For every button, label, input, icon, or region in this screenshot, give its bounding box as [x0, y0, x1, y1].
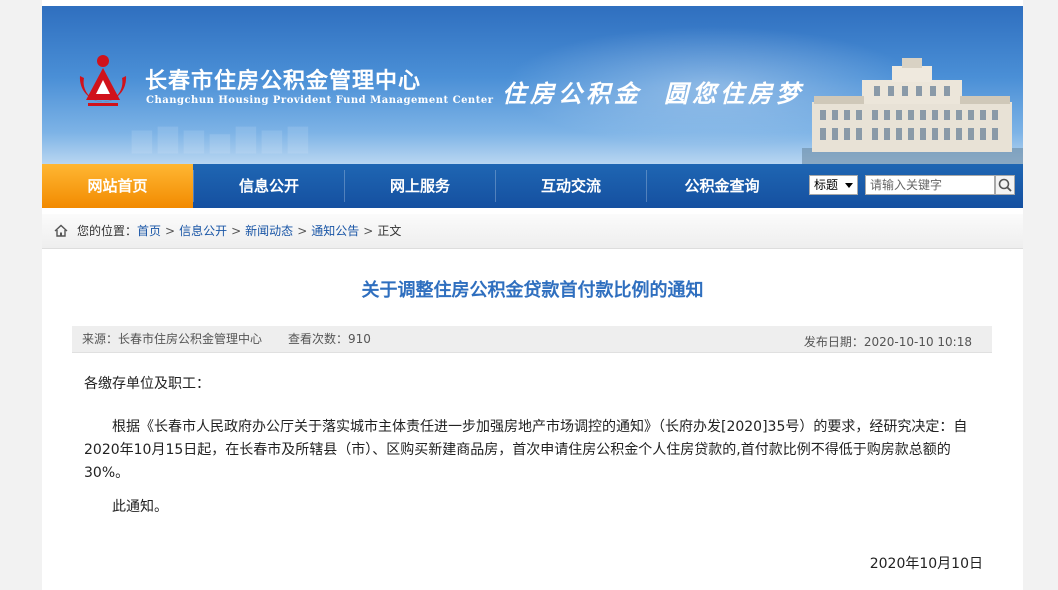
breadcrumb-trail: 您的位置：首页 > 信息公开 > 新闻动态 > 通知公告 > 正文 — [77, 214, 401, 248]
date-value: 2020-10-10 10:18 — [863, 335, 972, 349]
nav-item-interaction[interactable]: 互动交流 — [496, 164, 646, 208]
article-body: 根据《长春市人民政府办公厅关于落实城市主体责任进一步加强房地产市场调控的通知》（… — [84, 419, 968, 481]
search-scope-value: 标题 — [814, 178, 839, 192]
site-name: 长春市住房公积金管理中心 — [145, 69, 422, 94]
date-label: 发布日期： — [803, 335, 864, 349]
source-label: 来源： — [82, 332, 119, 346]
search-scope-select[interactable]: 标题 — [809, 175, 858, 195]
housing-fund-emblem-icon[interactable] — [72, 48, 134, 110]
breadcrumb-prefix: 您的位置： — [77, 224, 138, 238]
breadcrumb-separator: > — [165, 224, 176, 238]
nav-item-home[interactable]: 网站首页 — [42, 164, 193, 208]
building-illustration — [802, 58, 1023, 164]
breadcrumb-separator: > — [363, 224, 374, 238]
search-input[interactable] — [865, 175, 995, 195]
banner-decoration: ▆▇▆▅▇▆▇ — [132, 124, 314, 154]
search-button[interactable] — [995, 175, 1015, 195]
breadcrumb-home-link[interactable]: 首页 — [137, 224, 161, 238]
article-sign-date: 2020年10月10日 — [869, 556, 983, 572]
nav-item-info-disclosure[interactable]: 信息公开 — [194, 164, 344, 208]
breadcrumb-separator: > — [297, 224, 308, 238]
breadcrumb-current: 正文 — [377, 224, 402, 238]
breadcrumb-news-link[interactable]: 新闻动态 — [245, 224, 293, 238]
views-count: 910 — [348, 332, 371, 346]
chevron-down-icon — [845, 183, 853, 188]
site-banner: ▆▇▆▅▇▆▇ 长春市住房公积金管理中心 Changchun Housing P… — [42, 6, 1023, 164]
site-name-english: Changchun Housing Provident Fund Managem… — [146, 95, 494, 106]
article-content: 各缴存单位及职工： 根据《长春市人民政府办公厅关于落实城市主体责任进一步加强房地… — [84, 373, 974, 519]
nav-item-fund-query[interactable]: 公积金查询 — [647, 164, 797, 208]
article-publish-date: 发布日期：2020-10-10 10:18 — [804, 329, 972, 355]
slogan-right: 圆您住房梦 — [664, 79, 804, 108]
article-title: 关于调整住房公积金贷款首付款比例的通知 — [361, 280, 704, 301]
views-label: 查看次数： — [288, 332, 349, 346]
source-value: 长春市住房公积金管理中心 — [118, 332, 263, 346]
breadcrumb-separator: > — [231, 224, 242, 238]
home-icon — [54, 224, 68, 237]
article-meta: 来源：长春市住房公积金管理中心 查看次数：910 发布日期：2020-10-10… — [72, 326, 992, 353]
breadcrumb-notice-link[interactable]: 通知公告 — [311, 224, 359, 238]
breadcrumb-info-link[interactable]: 信息公开 — [179, 224, 227, 238]
breadcrumb: 您的位置：首页 > 信息公开 > 新闻动态 > 通知公告 > 正文 — [42, 214, 1023, 249]
page: ▆▇▆▅▇▆▇ 长春市住房公积金管理中心 Changchun Housing P… — [42, 0, 1023, 590]
article-views: 查看次数：910 — [288, 326, 371, 352]
magnifier-icon — [998, 178, 1012, 192]
slogan-left: 住房公积金 — [502, 79, 642, 108]
article-closing: 此通知。 — [112, 499, 168, 515]
nav-item-online-service[interactable]: 网上服务 — [345, 164, 495, 208]
article-source: 来源：长春市住房公积金管理中心 — [82, 326, 262, 352]
article-salutation: 各缴存单位及职工： — [84, 376, 210, 392]
